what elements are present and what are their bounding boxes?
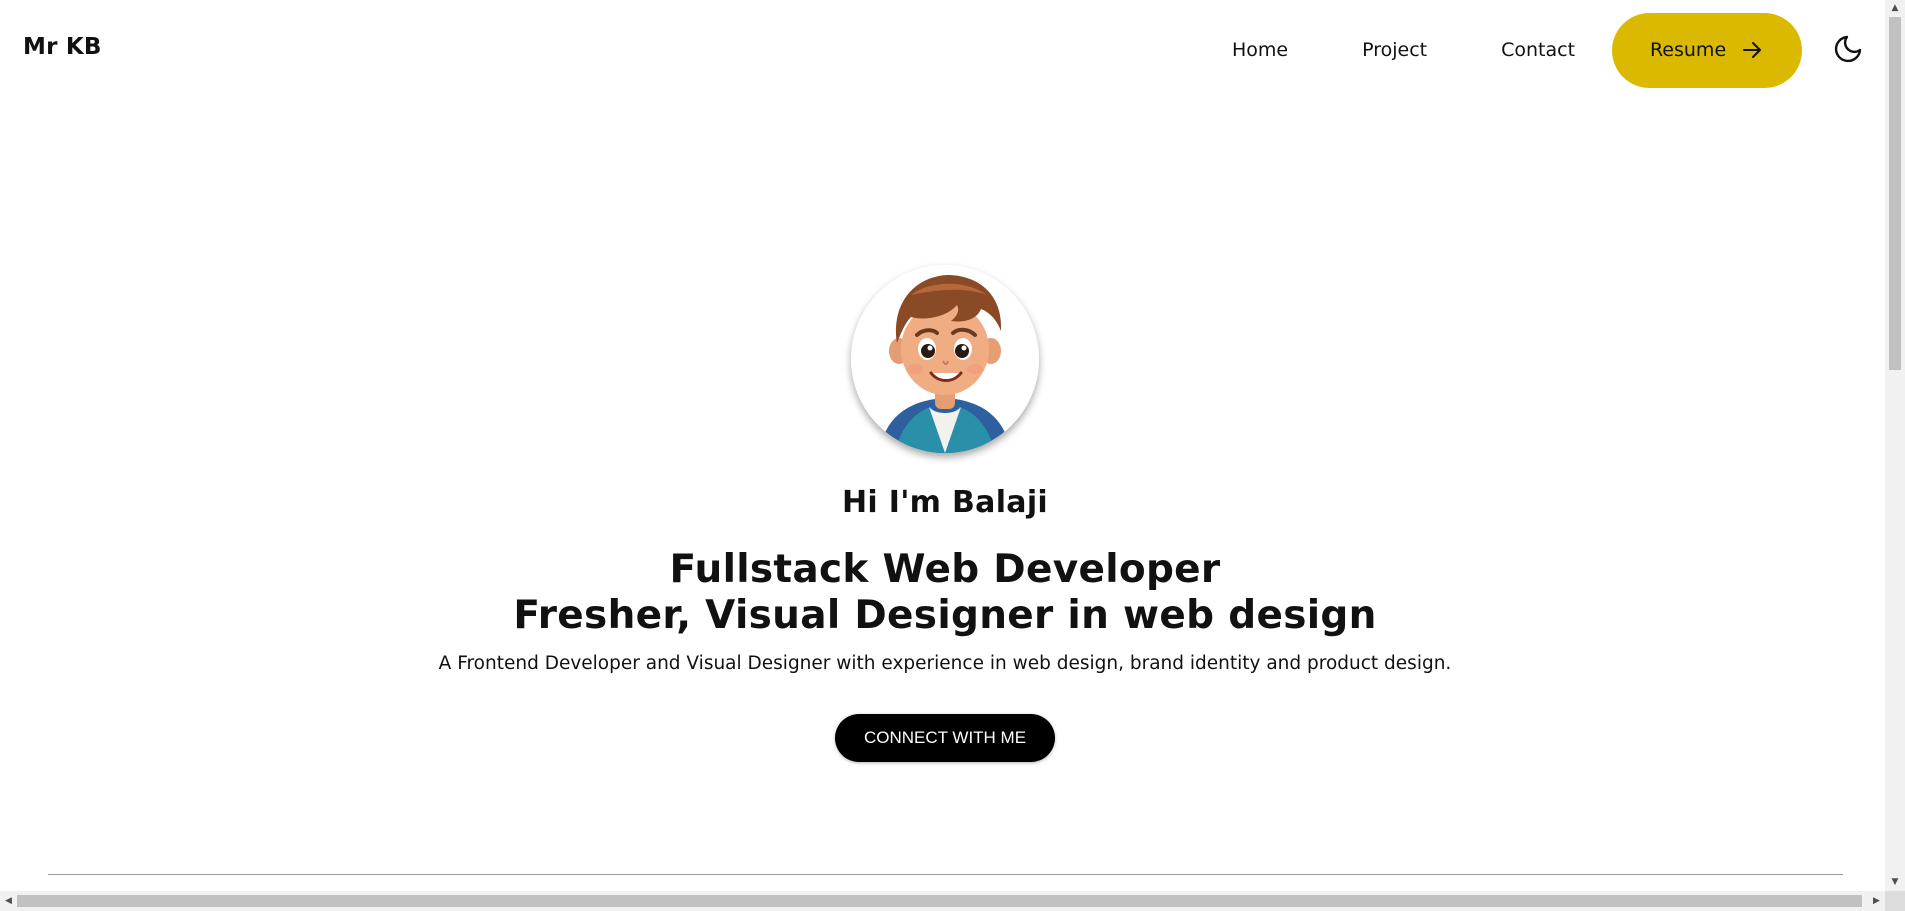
resume-button[interactable]: Resume [1612,12,1803,88]
resume-button-label: Resume [1649,39,1727,61]
main-nav: Home Project Contact Resume [1195,12,1803,88]
avatar [851,265,1039,453]
nav-home[interactable]: Home [1195,39,1325,61]
nav-project[interactable]: Project [1325,39,1464,61]
connect-with-me-button[interactable]: CONNECT WITH ME [835,714,1055,762]
vertical-scrollbar[interactable]: ▲ ▼ [1885,0,1905,891]
hero-title: Fullstack Web Developer Fresher, Visual … [0,547,1890,639]
arrow-right-icon [1743,42,1762,58]
brand-logo[interactable]: Mr KB [23,34,102,60]
theme-toggle-button[interactable] [1832,33,1864,65]
scroll-right-arrow-icon[interactable]: ▶ [1868,891,1885,911]
hero-title-line-2: Fresher, Visual Designer in web design [513,593,1377,638]
nav-contact[interactable]: Contact [1464,39,1612,61]
scrollbar-corner [1885,891,1905,911]
moon-icon [1834,35,1862,63]
hero-description: A Frontend Developer and Visual Designer… [438,653,1452,674]
scroll-down-arrow-icon[interactable]: ▼ [1885,874,1905,891]
hero-title-line-1: Fullstack Web Developer [669,547,1221,592]
horizontal-scrollbar[interactable]: ◀ ▶ [0,891,1885,911]
greeting-heading: Hi I'm Balaji [842,485,1048,520]
scroll-up-arrow-icon[interactable]: ▲ [1885,0,1905,17]
scroll-left-arrow-icon[interactable]: ◀ [0,891,17,911]
site-header: Mr KB Home Project Contact Resume [0,0,1885,98]
page: Mr KB Home Project Contact Resume Hi I'm… [0,0,1905,911]
cartoon-boy-avatar-icon [851,265,1039,453]
section-divider [48,874,1843,875]
horizontal-scroll-thumb[interactable] [17,895,1862,907]
vertical-scroll-thumb[interactable] [1889,17,1901,370]
